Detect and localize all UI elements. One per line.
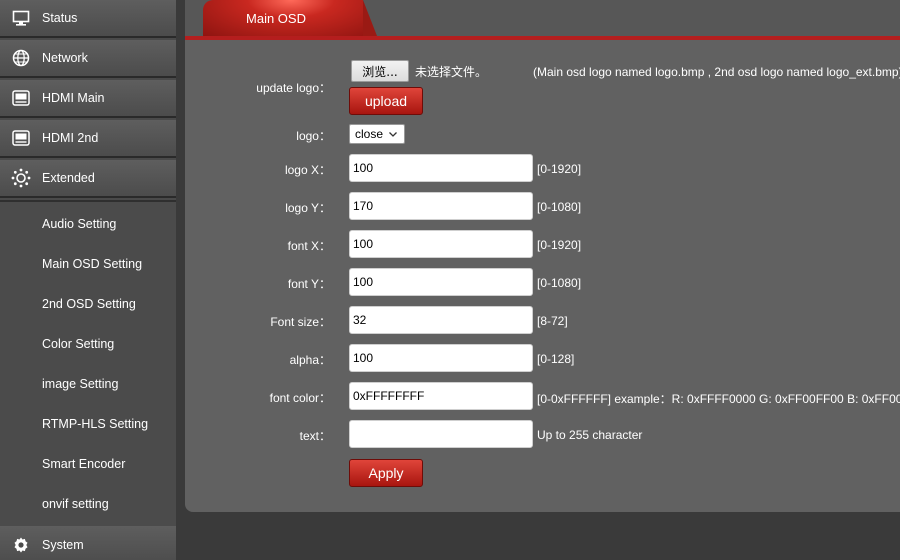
logo-x-range: [0-1920]	[537, 162, 582, 176]
sidebar-item-label: Network	[42, 51, 88, 65]
submenu-item-image-setting[interactable]: image Setting	[42, 377, 118, 391]
browse-button-label: 浏览...	[362, 64, 398, 79]
browse-file-button[interactable]: 浏览...	[351, 60, 409, 82]
font-color-input[interactable]: 0xFFFFFFFF	[349, 382, 533, 410]
font-color-hint: [0-0xFFFFFF] example：R: 0xFFFF0000 G: 0x…	[537, 392, 900, 406]
sidebar-item-hdmi-main[interactable]: HDMI Main	[0, 80, 176, 118]
font-y-label: font Y：	[287, 277, 331, 291]
sidebar-item-label: HDMI 2nd	[42, 131, 99, 145]
text-length-hint: Up to 255 character	[537, 428, 643, 442]
submenu-item-onvif-setting[interactable]: onvif setting	[42, 497, 109, 511]
upload-button-label: upload	[364, 93, 408, 109]
file-status-text: 未选择文件。	[415, 65, 488, 79]
upload-button[interactable]: upload	[349, 87, 423, 115]
sidebar-item-system[interactable]: System	[0, 526, 176, 560]
sidebar-item-label: System	[42, 538, 84, 552]
logo-select-value: close	[355, 127, 384, 141]
tab-main-osd[interactable]: Main OSD	[203, 0, 377, 36]
alpha-label: alpha：	[289, 353, 331, 367]
tab-label: Main OSD	[246, 10, 306, 26]
submenu-item-smart-encoder[interactable]: Smart Encoder	[42, 457, 125, 471]
logo-y-input[interactable]: 170	[349, 192, 533, 220]
gear-icon	[11, 535, 31, 555]
font-size-range: [8-72]	[537, 314, 568, 328]
font-x-range: [0-1920]	[537, 238, 582, 252]
logo-label: logo：	[296, 129, 331, 143]
apply-button-label: Apply	[368, 465, 404, 481]
sidebar-item-network[interactable]: Network	[0, 40, 176, 78]
alpha-range: [0-128]	[537, 352, 575, 366]
submenu-item-audio-setting[interactable]: Audio Setting	[42, 217, 116, 231]
hdmi-device-icon	[11, 128, 31, 148]
monitor-icon	[11, 8, 31, 28]
font-y-input[interactable]: 100	[349, 268, 533, 296]
main-panel: Main OSD update logo： 浏览... 未选择文件。 (Main…	[185, 0, 900, 512]
logo-y-range: [0-1080]	[537, 200, 582, 214]
extended-submenu: Audio Setting Main OSD Setting 2nd OSD S…	[0, 200, 176, 526]
submenu-item-2nd-osd-setting[interactable]: 2nd OSD Setting	[42, 297, 136, 311]
font-x-input[interactable]: 100	[349, 230, 533, 258]
sidebar-item-status[interactable]: Status	[0, 0, 176, 38]
update-logo-label: update logo：	[256, 81, 331, 95]
font-color-label: font color：	[269, 391, 331, 405]
submenu-item-main-osd-setting[interactable]: Main OSD Setting	[42, 257, 142, 271]
logo-y-label: logo Y：	[285, 201, 331, 215]
sidebar-item-extended[interactable]: Extended	[0, 160, 176, 198]
font-x-label: font X：	[287, 239, 331, 253]
globe-icon	[11, 48, 31, 68]
osd-text-input[interactable]	[349, 420, 533, 448]
font-y-range: [0-1080]	[537, 276, 582, 290]
font-size-label: Font size：	[270, 315, 331, 329]
logo-x-input[interactable]: 100	[349, 154, 533, 182]
tab-bar: Main OSD	[185, 0, 900, 40]
alpha-input[interactable]: 100	[349, 344, 533, 372]
sidebar-item-label: Status	[42, 11, 78, 25]
logo-select[interactable]: close	[349, 124, 405, 144]
sidebar: Status Network HDMI Main HDMI 2nd Extend…	[0, 0, 176, 560]
submenu-item-rtmp-hls-setting[interactable]: RTMP-HLS Setting	[42, 417, 148, 431]
hdmi-device-icon	[11, 88, 31, 108]
logo-naming-note: (Main osd logo named logo.bmp , 2nd osd …	[533, 65, 900, 79]
apply-button[interactable]: Apply	[349, 459, 423, 487]
submenu-item-color-setting[interactable]: Color Setting	[42, 337, 114, 351]
chevron-down-icon	[388, 128, 398, 142]
sun-gear-icon	[11, 168, 31, 188]
text-label: text：	[299, 429, 331, 443]
logo-x-label: logo X：	[284, 163, 331, 177]
sidebar-item-hdmi-2nd[interactable]: HDMI 2nd	[0, 120, 176, 158]
font-size-input[interactable]: 32	[349, 306, 533, 334]
sidebar-item-label: Extended	[42, 171, 95, 185]
sidebar-item-label: HDMI Main	[42, 91, 105, 105]
